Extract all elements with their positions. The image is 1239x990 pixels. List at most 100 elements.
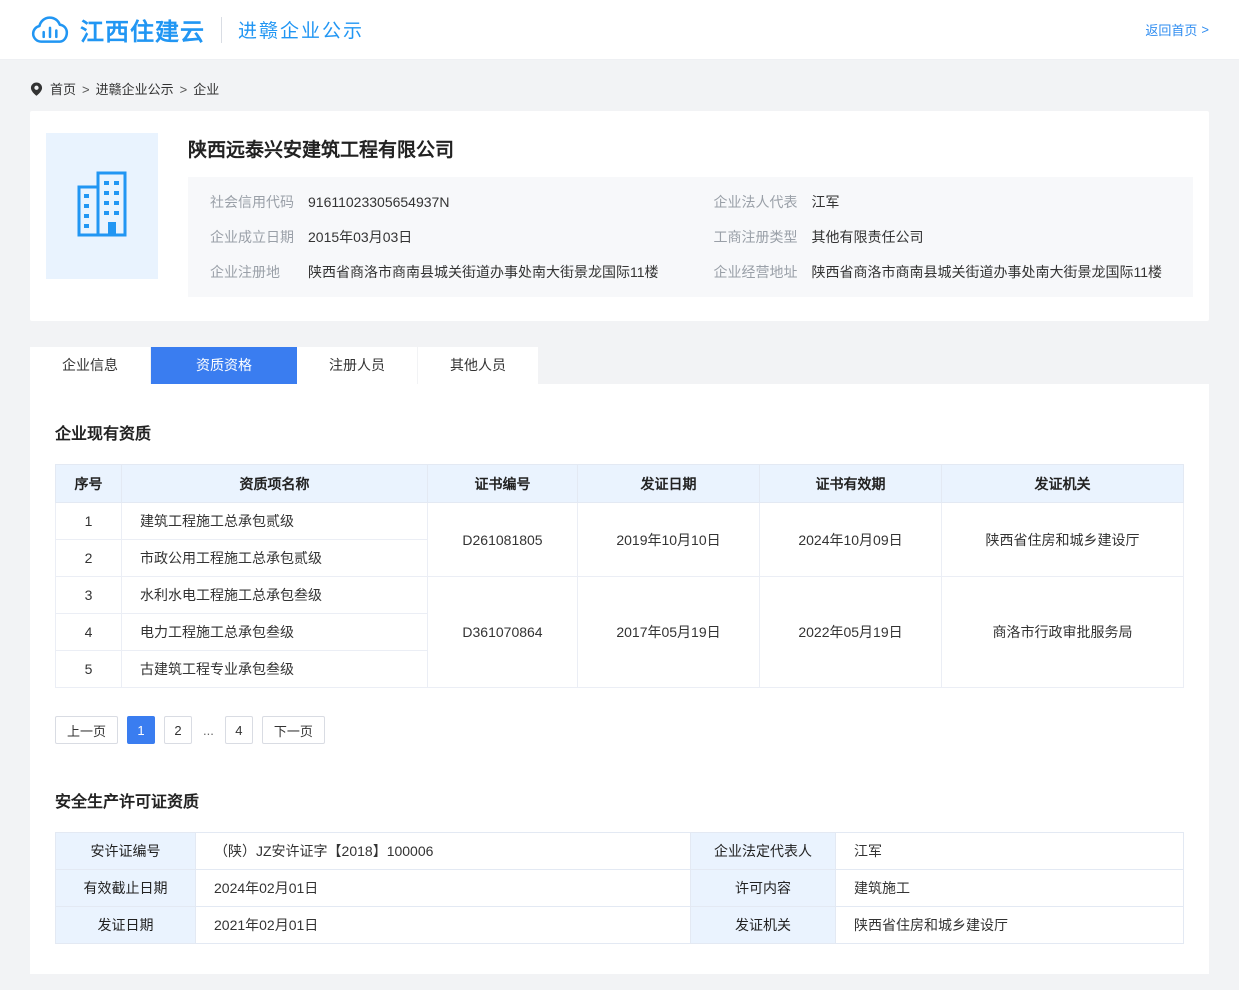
company-field: 企业成立日期2015年03月03日: [210, 227, 668, 247]
qualification-table-body: 1建筑工程施工总承包贰级D2610818052019年10月10日2024年10…: [56, 503, 1184, 688]
header-divider: [221, 17, 222, 43]
company-logo-box: [46, 133, 158, 279]
table-cell: 3: [56, 577, 122, 614]
safety-value: 建筑施工: [836, 870, 1184, 907]
table-cell: 电力工程施工总承包叁级: [122, 614, 428, 651]
field-label: 企业法人代表: [714, 192, 812, 212]
column-header: 发证机关: [942, 465, 1184, 503]
table-cell: D361070864: [428, 577, 578, 688]
company-field: 企业法人代表江军: [714, 192, 1172, 212]
breadcrumb: 首页 > 进赣企业公示 > 企业: [0, 60, 1239, 111]
table-cell: 2019年10月10日: [578, 503, 760, 577]
pagination-pages: 12... 4: [127, 716, 253, 744]
table-cell: 2017年05月19日: [578, 577, 760, 688]
table-cell: 市政公用工程施工总承包贰级: [122, 540, 428, 577]
safety-table-body: 安许证编号（陕）JZ安许证字【2018】100006企业法定代表人江军有效截止日…: [56, 833, 1184, 944]
table-cell: 2024年10月09日: [760, 503, 942, 577]
breadcrumb-separator: >: [82, 82, 90, 97]
field-label: 工商注册类型: [714, 227, 812, 247]
column-header: 证书有效期: [760, 465, 942, 503]
safety-label: 安许证编号: [56, 833, 196, 870]
safety-label: 有效截止日期: [56, 870, 196, 907]
qualification-row: 3水利水电工程施工总承包叁级D3610708642017年05月19日2022年…: [56, 577, 1184, 614]
safety-label: 许可内容: [691, 870, 836, 907]
safety-value: （陕）JZ安许证字【2018】100006: [196, 833, 691, 870]
tab-item[interactable]: 企业信息: [30, 347, 151, 384]
content-card: 企业现有资质 序号 资质项名称 证书编号 发证日期 证书有效期 发证机关 1建筑…: [30, 384, 1209, 974]
safety-value: 2021年02月01日: [196, 907, 691, 944]
field-label: 企业经营地址: [714, 262, 812, 282]
field-value: 其他有限责任公司: [812, 227, 924, 247]
safety-label: 发证机关: [691, 907, 836, 944]
company-field: 企业经营地址陕西省商洛市商南县城关街道办事处南大街景龙国际11楼: [714, 262, 1172, 282]
back-home-label: 返回首页: [1145, 20, 1197, 39]
qualification-table: 序号 资质项名称 证书编号 发证日期 证书有效期 发证机关 1建筑工程施工总承包…: [55, 464, 1184, 688]
chevron-right-icon: >: [1201, 22, 1209, 37]
site-subtitle: 进赣企业公示: [238, 16, 364, 43]
tab-item[interactable]: 注册人员: [297, 347, 418, 384]
safety-row: 安许证编号（陕）JZ安许证字【2018】100006企业法定代表人江军: [56, 833, 1184, 870]
location-pin-icon: [30, 81, 43, 97]
company-main: 陕西远泰兴安建筑工程有限公司 社会信用代码91611023305654937N企…: [188, 133, 1193, 297]
qualifications-section-title: 企业现有资质: [55, 420, 1184, 444]
company-name: 陕西远泰兴安建筑工程有限公司: [188, 135, 1193, 162]
tab-active[interactable]: 资质资格: [151, 347, 297, 384]
safety-license-table: 安许证编号（陕）JZ安许证字【2018】100006企业法定代表人江军有效截止日…: [55, 832, 1184, 944]
pagination: 上一页 12... 4 下一页: [55, 716, 1184, 744]
breadcrumb-item[interactable]: 进赣企业公示: [96, 82, 174, 97]
breadcrumb-items: 首页 > 进赣企业公示 > 企业: [50, 79, 219, 98]
breadcrumb-item[interactable]: 首页: [50, 82, 76, 97]
safety-row: 发证日期2021年02月01日发证机关陕西省住房和城乡建设厅: [56, 907, 1184, 944]
table-cell: 5: [56, 651, 122, 688]
field-label: 企业成立日期: [210, 227, 308, 247]
table-cell: 水利水电工程施工总承包叁级: [122, 577, 428, 614]
safety-value: 江军: [836, 833, 1184, 870]
safety-value: 陕西省住房和城乡建设厅: [836, 907, 1184, 944]
table-cell: 2: [56, 540, 122, 577]
safety-value: 2024年02月01日: [196, 870, 691, 907]
qualification-row: 1建筑工程施工总承包贰级D2610818052019年10月10日2024年10…: [56, 503, 1184, 540]
field-label: 企业注册地: [210, 262, 308, 282]
table-cell: 1: [56, 503, 122, 540]
field-value: 陕西省商洛市商南县城关街道办事处南大街景龙国际11楼: [308, 262, 659, 282]
table-cell: 陕西省住房和城乡建设厅: [942, 503, 1184, 577]
column-header: 资质项名称: [122, 465, 428, 503]
company-field: 工商注册类型其他有限责任公司: [714, 227, 1172, 247]
breadcrumb-separator: >: [180, 82, 188, 97]
company-card: 陕西远泰兴安建筑工程有限公司 社会信用代码91611023305654937N企…: [30, 111, 1209, 321]
pagination-page-2[interactable]: 2: [164, 716, 192, 744]
table-cell: 4: [56, 614, 122, 651]
buildings-icon: [71, 164, 133, 249]
table-cell: 商洛市行政审批服务局: [942, 577, 1184, 688]
safety-row: 有效截止日期2024年02月01日许可内容建筑施工: [56, 870, 1184, 907]
safety-label: 企业法定代表人: [691, 833, 836, 870]
field-value: 2015年03月03日: [308, 227, 412, 247]
app-header: 江西住建云 进赣企业公示 返回首页 >: [0, 0, 1239, 60]
pagination-next-button[interactable]: 下一页: [262, 716, 325, 744]
pagination-page-4[interactable]: 4: [225, 716, 253, 744]
table-cell: 建筑工程施工总承包贰级: [122, 503, 428, 540]
tabs: 企业信息资质资格注册人员其他人员: [30, 347, 1209, 384]
field-value: 陕西省商洛市商南县城关街道办事处南大街景龙国际11楼: [812, 262, 1163, 282]
pagination-ellipsis: ...: [201, 723, 216, 738]
column-header: 发证日期: [578, 465, 760, 503]
company-fields: 社会信用代码91611023305654937N 企业法人代表江军企业成立日期20…: [188, 177, 1193, 297]
field-value: 江军: [812, 192, 840, 212]
table-cell: 古建筑工程专业承包叁级: [122, 651, 428, 688]
back-home-link[interactable]: 返回首页 >: [1145, 20, 1209, 39]
site-logo-title: 江西住建云: [80, 12, 205, 47]
table-cell: 2022年05月19日: [760, 577, 942, 688]
safety-license-section-title: 安全生产许可证资质: [55, 788, 1184, 812]
pagination-prev-button[interactable]: 上一页: [55, 716, 118, 744]
column-header: 序号: [56, 465, 122, 503]
company-field: 社会信用代码91611023305654937N: [210, 192, 668, 212]
breadcrumb-item: 企业: [193, 82, 219, 97]
cloud-logo-icon: [30, 13, 70, 47]
field-value: 91611023305654937N: [308, 192, 449, 212]
tab-item[interactable]: 其他人员: [418, 347, 539, 384]
field-label: 社会信用代码: [210, 192, 308, 212]
safety-label: 发证日期: [56, 907, 196, 944]
pagination-page-1[interactable]: 1: [127, 716, 155, 744]
company-field: 企业注册地陕西省商洛市商南县城关街道办事处南大街景龙国际11楼: [210, 262, 668, 282]
qualification-table-header-row: 序号 资质项名称 证书编号 发证日期 证书有效期 发证机关: [56, 465, 1184, 503]
